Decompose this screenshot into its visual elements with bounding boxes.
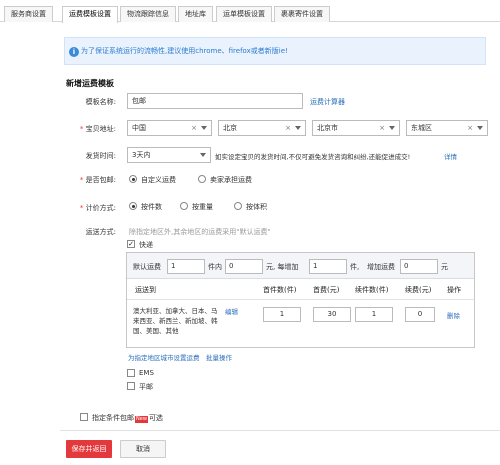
details-link[interactable]: 详情 xyxy=(444,151,457,161)
optional-text: 可选 xyxy=(148,414,163,422)
mail-checkbox[interactable] xyxy=(127,382,135,390)
notice-text: 为了保证系统运行的流畅性,建议使用chrome、firefox或者新版ie! xyxy=(81,47,288,55)
delete-link[interactable]: 删除 xyxy=(447,310,460,320)
footer-divider xyxy=(60,430,500,431)
by-weight-radio[interactable] xyxy=(180,202,188,210)
tab-logistics-tracking[interactable]: 物流跟踪信息 xyxy=(120,6,176,22)
country-select[interactable]: 中国 × xyxy=(127,120,212,136)
ems-checkbox[interactable] xyxy=(127,369,135,377)
pieces-within-text: 件内 xyxy=(208,263,222,271)
row-first-count-input[interactable]: 1 xyxy=(263,307,301,322)
conditional-free-text: 指定条件包邮 xyxy=(92,414,134,422)
conditional-free-label: 指定条件包邮 New 可选 xyxy=(92,413,163,423)
row-first-fee-input[interactable]: 30 xyxy=(313,307,351,322)
ship-time-label: 发货时间: xyxy=(85,152,116,160)
clear-icon[interactable]: × xyxy=(467,121,473,135)
by-volume-radio[interactable] xyxy=(234,202,242,210)
add-fee-input[interactable]: 0 xyxy=(400,259,438,274)
pricing-label-text: 计价方式: xyxy=(85,204,116,212)
by-volume-label: 按体积 xyxy=(246,203,267,211)
free-label: * 是否包邮: xyxy=(79,176,116,184)
row-add-fee-input[interactable]: 0 xyxy=(405,307,435,322)
browser-notice: i 为了保证系统运行的流畅性,建议使用chrome、firefox或者新版ie! xyxy=(64,37,486,65)
save-and-return-button[interactable]: 保存并返回 xyxy=(66,440,112,458)
set-region-fee-link[interactable]: 为指定地区城市设置运费 xyxy=(128,352,200,362)
city-select[interactable]: 北京市 × xyxy=(312,120,400,136)
express-fee-panel: 默认运费 1 件内 0 元, 每增加 1 件, 增加运费 0 元 运送到 首件数… xyxy=(126,252,475,348)
ship-time-hint: 如实设定宝贝的发货时间,不仅可避免发货咨询和纠纷,还能促进成交! xyxy=(215,153,411,161)
yuan-text: 元 xyxy=(441,263,448,271)
col-destination: 运送到 xyxy=(135,286,156,294)
col-add-count: 续件数(件) xyxy=(355,286,389,294)
district-value: 东城区 xyxy=(411,124,432,132)
method-label: 运送方式: xyxy=(85,228,116,236)
template-name-input[interactable]: 包邮 xyxy=(127,93,303,109)
custom-fee-radio[interactable] xyxy=(129,175,137,183)
chevron-down-icon xyxy=(200,153,206,157)
address-label: * 宝贝地址: xyxy=(79,125,116,133)
express-label: 快递 xyxy=(139,241,153,249)
col-first-count: 首件数(件) xyxy=(263,286,297,294)
section-title: 新增运费模板 xyxy=(66,79,114,88)
city-value: 北京市 xyxy=(317,124,338,132)
chevron-down-icon xyxy=(389,126,395,130)
pricing-label: * 计价方式: xyxy=(79,204,116,212)
destination-list: 澳大利亚、加拿大、日本、马来西亚、新西兰、新加坡、韩国、美国、其他 xyxy=(133,307,218,335)
clear-icon[interactable]: × xyxy=(285,121,291,135)
tab-waybill-template[interactable]: 运单模板设置 xyxy=(216,6,272,22)
conditional-free-checkbox[interactable] xyxy=(80,413,88,421)
ship-time-value: 3天内 xyxy=(132,151,151,159)
default-fee-row: 默认运费 1 件内 0 元, 每增加 1 件, 增加运费 0 元 xyxy=(127,253,474,279)
tab-provider-settings[interactable]: 服务商设置 xyxy=(4,6,53,22)
free-label-text: 是否包邮: xyxy=(85,176,116,184)
first-fee-input[interactable]: 0 xyxy=(225,259,263,274)
add-count-input[interactable]: 1 xyxy=(309,259,347,274)
tab-address-book[interactable]: 地址库 xyxy=(178,6,213,22)
batch-operation-link[interactable]: 批量操作 xyxy=(206,352,232,362)
col-actions: 操作 xyxy=(447,286,461,294)
district-select[interactable]: 东城区 × xyxy=(406,120,488,136)
by-weight-label: 按重量 xyxy=(192,203,213,211)
info-icon: i xyxy=(69,47,79,57)
each-add-text: 元, 每增加 xyxy=(266,263,299,271)
ems-label: EMS xyxy=(139,369,154,377)
edit-link[interactable]: 编辑 xyxy=(225,306,238,316)
clear-icon[interactable]: × xyxy=(191,121,197,135)
by-count-radio[interactable] xyxy=(129,202,137,210)
name-label: 模板名称: xyxy=(85,98,116,106)
express-checkbox[interactable]: ✓ xyxy=(127,240,135,248)
row-add-count-input[interactable]: 1 xyxy=(355,307,393,322)
cancel-button[interactable]: 取消 xyxy=(120,440,166,458)
piece-text: 件, xyxy=(350,263,360,271)
first-count-input[interactable]: 1 xyxy=(167,259,205,274)
tab-bar: 服务商设置 运费模板设置 物流跟踪信息 地址库 运单模板设置 裹裹寄件设置 xyxy=(0,0,500,23)
tab-guoguo-settings[interactable]: 裹裹寄件设置 xyxy=(274,6,330,22)
col-first-fee: 首费(元) xyxy=(313,286,340,294)
chevron-down-icon xyxy=(477,126,483,130)
province-select[interactable]: 北京 × xyxy=(218,120,306,136)
chevron-down-icon xyxy=(295,126,301,130)
row-divider xyxy=(127,299,474,300)
address-label-text: 宝贝地址: xyxy=(85,125,116,133)
country-value: 中国 xyxy=(132,124,146,132)
chevron-down-icon xyxy=(201,126,207,130)
mail-label: 平邮 xyxy=(139,383,153,391)
tab-freight-template[interactable]: 运费模板设置 xyxy=(62,6,118,23)
custom-fee-label: 自定义运费 xyxy=(141,176,176,184)
freight-calculator-link[interactable]: 运费计算器 xyxy=(310,97,345,107)
add-fee-label: 增加运费 xyxy=(367,263,395,271)
province-value: 北京 xyxy=(223,124,237,132)
col-add-fee: 续费(元) xyxy=(405,286,432,294)
seller-pays-label: 卖家承担运费 xyxy=(210,176,252,184)
method-hint: 除指定地区外,其余地区的运费采用"默认运费" xyxy=(129,228,271,236)
new-badge: New xyxy=(135,416,148,423)
clear-icon[interactable]: × xyxy=(379,121,385,135)
by-count-label: 按件数 xyxy=(141,203,162,211)
default-fee-label: 默认运费 xyxy=(133,263,161,271)
ship-time-select[interactable]: 3天内 xyxy=(127,147,211,163)
seller-pays-radio[interactable] xyxy=(198,175,206,183)
